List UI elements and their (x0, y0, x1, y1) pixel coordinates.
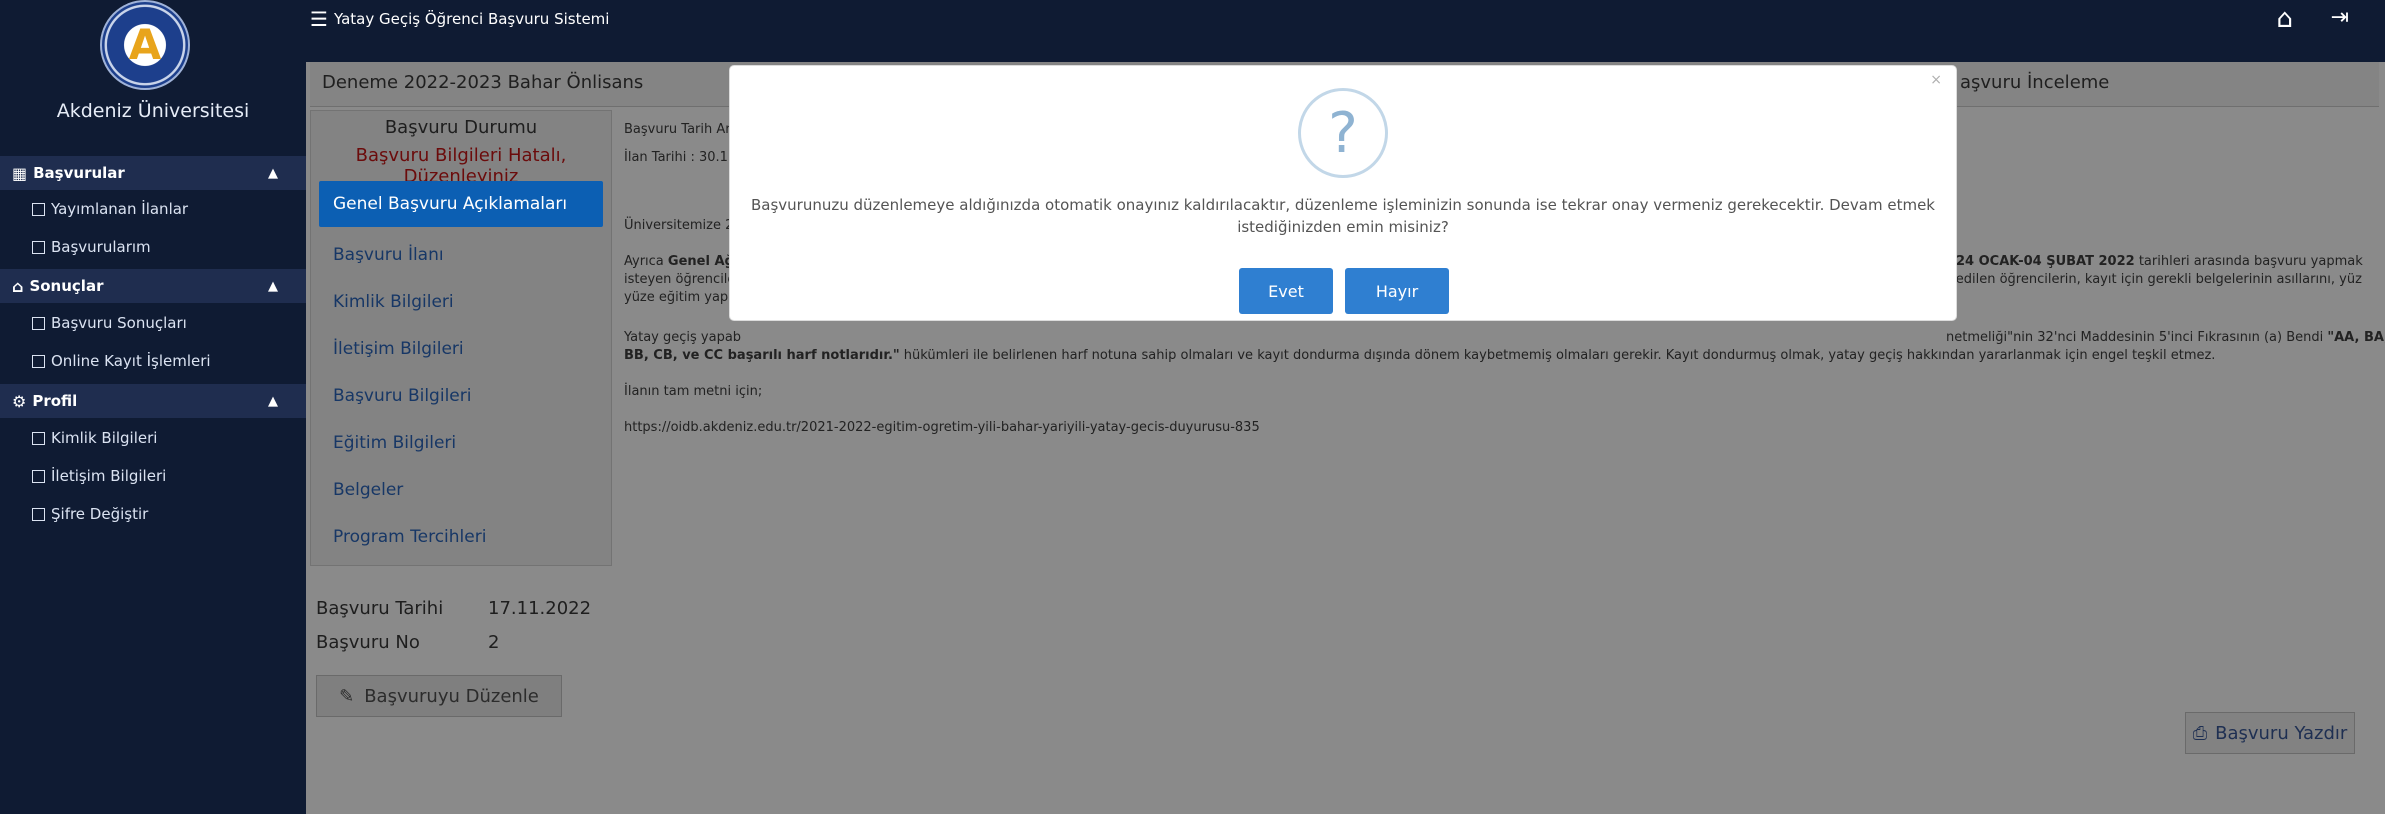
sidebar-item-basvurularim[interactable]: Başvurularım (32, 238, 151, 256)
sidebar-item-iletisim-bilgileri[interactable]: İletişim Bilgileri (32, 467, 166, 485)
content-line: İlan Tarihi : 30.11 (624, 150, 737, 165)
tab-genel-basvuru-aciklamalari[interactable]: Genel Başvuru Açıklamaları (319, 181, 603, 227)
app-title: Yatay Geçiş Öğrenci Başvuru Sistemi (334, 10, 610, 28)
tab-basvuru-ilani[interactable]: Başvuru İlanı (319, 245, 617, 265)
tab-egitim-bilgileri[interactable]: Eğitim Bilgileri (319, 433, 617, 453)
confirm-dialog: × ? Başvurunuzu düzenlemeye aldığınızda … (730, 66, 1956, 320)
sidebar: A Akdeniz Üniversitesi ▦ Başvurular ▲ Ya… (0, 0, 306, 814)
chevron-up-icon: ▲ (268, 393, 278, 409)
close-icon[interactable]: × (1930, 72, 1942, 88)
logout-icon[interactable]: ⇥ (2331, 5, 2349, 30)
content-line: l edilen öğrencilerin, kayıt için gerekl… (1948, 272, 2362, 287)
square-icon (32, 469, 45, 483)
confirm-button[interactable]: Evet (1239, 268, 1333, 314)
application-panel: Başvuru Durumu Başvuru Bilgileri Hatalı,… (310, 110, 612, 566)
edit-application-button[interactable]: ✎ Başvuruyu Düzenle (316, 675, 562, 717)
page-title: Deneme 2022-2023 Bahar Önlisans (322, 72, 644, 93)
tab-belgeler[interactable]: Belgeler (319, 480, 617, 500)
content-line: BB, CB, ve CC başarılı harf notlarıdır."… (624, 348, 2216, 363)
topbar: ☰ Yatay Geçiş Öğrenci Başvuru Sistemi ⌂ … (306, 0, 2385, 39)
gears-icon: ⚙ (12, 391, 27, 411)
list-icon: ▦ (12, 163, 28, 183)
sidebar-item-online-kayit[interactable]: Online Kayıt İşlemleri (32, 352, 211, 370)
content-line: yüze eğitim yapıl (624, 290, 736, 305)
inbox-icon: ⌂ (12, 276, 24, 296)
sidebar-item-kimlik-bilgileri[interactable]: Kimlik Bilgileri (32, 429, 157, 447)
sidebar-item-basvuru-sonuclari[interactable]: Başvuru Sonuçları (32, 314, 187, 332)
content-line: netmeliği"nin 32'nci Maddesinin 5'inci F… (1946, 330, 2385, 345)
tab-iletisim-bilgileri[interactable]: İletişim Bilgileri (319, 339, 617, 359)
content-line: İlanın tam metni için; (624, 384, 763, 399)
content-line: 24 OCAK-04 ŞUBAT 2022 tarihleri arasında… (1956, 254, 2363, 269)
content-line: isteyen öğrencile (624, 272, 736, 287)
chevron-up-icon: ▲ (268, 165, 278, 181)
content-line: Başvuru Tarih Ara (624, 122, 739, 137)
announcement-link[interactable]: https://oidb.akdeniz.edu.tr/2021-2022-eg… (624, 420, 1260, 435)
sidebar-item-yayimlanan-ilanlar[interactable]: Yayımlanan İlanlar (32, 200, 188, 218)
sidebar-item-sifre-degistir[interactable]: Şifre Değiştir (32, 505, 148, 523)
date-label: Başvuru Tarihi (316, 598, 444, 619)
cancel-button[interactable]: Hayır (1345, 268, 1449, 314)
tab-basvuru-bilgileri[interactable]: Başvuru Bilgileri (319, 386, 617, 406)
content-line: Üniversitemize 20 (624, 218, 742, 233)
hamburger-menu-icon[interactable]: ☰ (310, 7, 328, 31)
question-icon: ? (1298, 88, 1388, 178)
number-value: 2 (488, 632, 500, 653)
print-application-button[interactable]: ⎙ Başvuru Yazdır (2185, 712, 2355, 754)
edit-icon: ✎ (339, 685, 355, 707)
date-value: 17.11.2022 (488, 598, 592, 619)
square-icon (32, 507, 45, 521)
sidebar-section-sonuclar[interactable]: ⌂ Sonuçlar ▲ (0, 269, 306, 303)
square-icon (32, 431, 45, 445)
print-icon: ⎙ (2192, 722, 2208, 744)
content-line: Ayrıca Genel Ağı (624, 254, 739, 269)
university-name: Akdeniz Üniversitesi (56, 100, 250, 122)
square-icon (32, 202, 45, 216)
square-icon (32, 240, 45, 254)
tab-program-tercihleri[interactable]: Program Tercihleri (319, 527, 617, 547)
home-icon[interactable]: ⌂ (2276, 4, 2293, 34)
university-logo: A (100, 0, 190, 90)
sidebar-section-basvurular[interactable]: ▦ Başvurular ▲ (0, 156, 306, 190)
dialog-message: Başvurunuzu düzenlemeye aldığınızda otom… (751, 196, 1935, 236)
status-title: Başvuru Durumu (384, 117, 538, 138)
content-line: Yatay geçiş yapab (624, 330, 742, 345)
sidebar-section-profil[interactable]: ⚙ Profil ▲ (0, 384, 306, 418)
number-label: Başvuru No (316, 632, 420, 653)
square-icon (32, 316, 45, 330)
chevron-up-icon: ▲ (268, 278, 278, 294)
square-icon (32, 354, 45, 368)
page-subtitle: aşvuru İnceleme (1960, 72, 2110, 93)
tab-kimlik-bilgileri[interactable]: Kimlik Bilgileri (319, 292, 617, 312)
